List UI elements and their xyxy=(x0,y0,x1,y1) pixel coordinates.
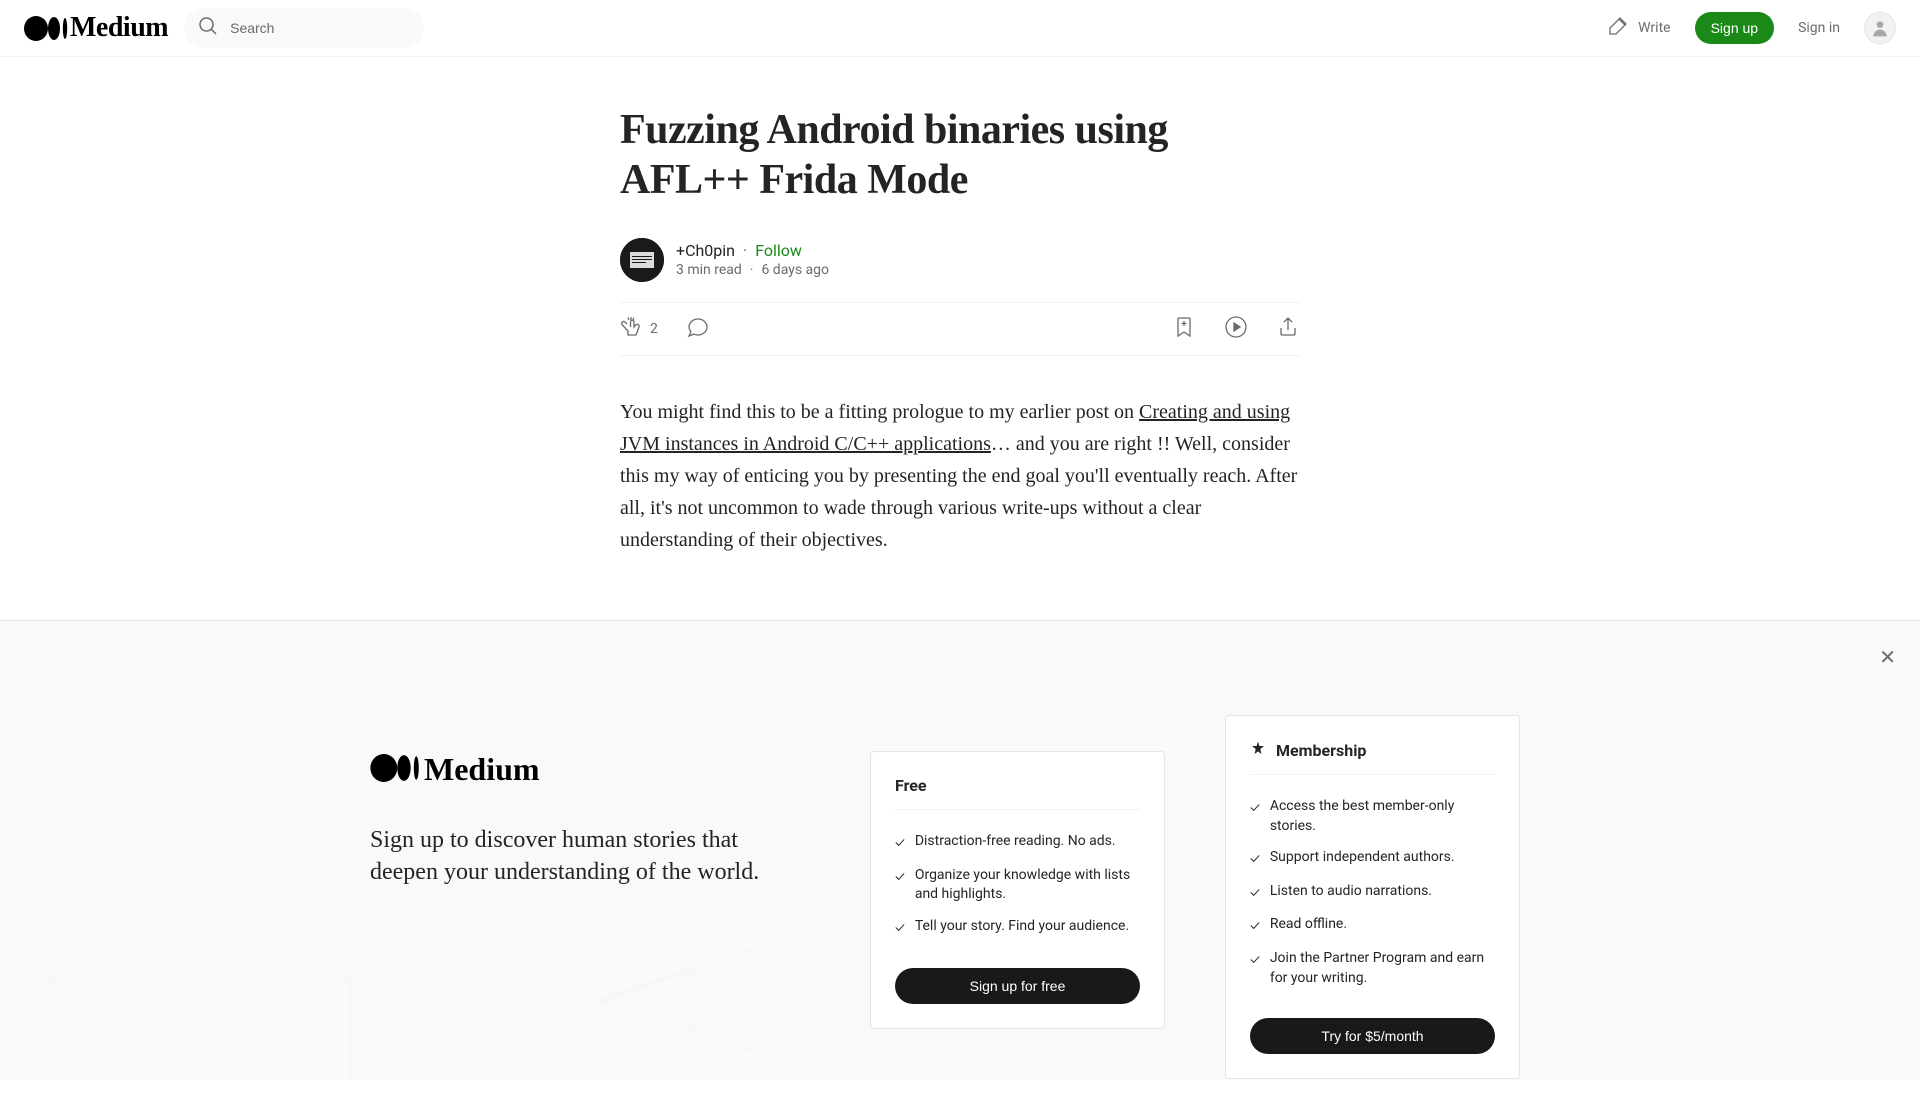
share-button[interactable] xyxy=(1276,315,1300,343)
search-icon xyxy=(196,14,220,42)
medium-logo-icon xyxy=(370,754,420,786)
search-box[interactable] xyxy=(184,8,424,48)
bookmark-icon xyxy=(1172,315,1196,343)
list-item: ✓ Distraction-free reading. No ads. xyxy=(895,826,1140,860)
free-plan-card: Free ✓ Distraction-free reading. No ads.… xyxy=(870,751,1165,1029)
signup-overlay: ✕ Medium xyxy=(0,620,1920,1080)
comment-button[interactable] xyxy=(686,315,710,343)
list-item: ✓ Tell your story. Find your audience. xyxy=(895,911,1140,945)
author-line: +Ch0pin · Follow xyxy=(676,241,829,260)
try-membership-button[interactable]: Try for $5/month xyxy=(1250,1018,1495,1054)
overlay-content: Medium Sign up to discover human stories… xyxy=(0,621,1920,1119)
body-text-prefix: You might find this to be a fitting prol… xyxy=(620,401,1139,423)
separator-dot: · xyxy=(743,241,747,260)
write-label: Write xyxy=(1638,20,1670,36)
action-bar-left: 2 xyxy=(620,315,710,343)
article: Fuzzing Android binaries using AFL++ Fri… xyxy=(620,57,1300,556)
feature-text: Tell your story. Find your audience. xyxy=(915,917,1129,937)
listen-button[interactable] xyxy=(1224,315,1248,343)
overlay-tagline: Sign up to discover human stories that d… xyxy=(370,824,810,889)
free-features-list: ✓ Distraction-free reading. No ads. ✓ Or… xyxy=(895,826,1140,944)
author-name[interactable]: +Ch0pin xyxy=(676,241,735,260)
user-avatar[interactable] xyxy=(1864,12,1896,44)
search-input[interactable] xyxy=(230,20,412,36)
author-avatar[interactable] xyxy=(620,238,664,282)
check-icon: ✓ xyxy=(1250,850,1260,870)
star-icon xyxy=(1250,740,1266,760)
action-bar: 2 xyxy=(620,302,1300,356)
membership-features-list: ✓ Access the best member-only stories. ✓… xyxy=(1250,791,1495,994)
comment-icon xyxy=(686,315,710,343)
check-icon: ✓ xyxy=(895,868,905,888)
check-icon: ✓ xyxy=(1250,917,1260,937)
medium-logo[interactable]: Medium xyxy=(24,12,168,44)
overlay-intro: Medium Sign up to discover human stories… xyxy=(370,751,810,889)
signup-button[interactable]: Sign up xyxy=(1695,12,1774,44)
medium-logo-icon xyxy=(24,16,68,41)
signup-free-button[interactable]: Sign up for free xyxy=(895,968,1140,1004)
overlay-logo: Medium xyxy=(370,751,810,788)
write-link[interactable]: Write xyxy=(1606,14,1670,42)
check-icon: ✓ xyxy=(1250,951,1260,971)
feature-text: Distraction-free reading. No ads. xyxy=(915,832,1116,852)
list-item: ✓ Join the Partner Program and earn for … xyxy=(1250,943,1495,994)
feature-text: Read offline. xyxy=(1270,915,1347,935)
free-card-header: Free xyxy=(895,776,1140,810)
author-info: +Ch0pin · Follow 3 min read · 6 days ago xyxy=(676,241,829,278)
header-right: Write Sign up Sign in xyxy=(1606,12,1896,44)
play-icon xyxy=(1224,315,1248,343)
medium-logo-text: Medium xyxy=(424,751,540,788)
bookmark-button[interactable] xyxy=(1172,315,1196,343)
list-item: ✓ Read offline. xyxy=(1250,909,1495,943)
clap-button[interactable]: 2 xyxy=(620,315,658,343)
header-left: Medium xyxy=(24,8,424,48)
publish-date: 6 days ago xyxy=(761,262,829,278)
feature-text: Join the Partner Program and earn for yo… xyxy=(1270,949,1495,988)
free-card-title: Free xyxy=(895,776,927,795)
article-title: Fuzzing Android binaries using AFL++ Fri… xyxy=(620,105,1300,206)
list-item: ✓ Listen to audio narrations. xyxy=(1250,876,1495,910)
action-bar-right xyxy=(1172,315,1300,343)
meta-line: 3 min read · 6 days ago xyxy=(676,262,829,278)
check-icon: ✓ xyxy=(1250,884,1260,904)
membership-card-header: Membership xyxy=(1250,740,1495,775)
write-icon xyxy=(1606,14,1630,42)
signin-link[interactable]: Sign in xyxy=(1798,20,1840,36)
list-item: ✓ Support independent authors. xyxy=(1250,842,1495,876)
article-body: You might find this to be a fitting prol… xyxy=(620,396,1300,556)
clap-icon xyxy=(620,315,644,343)
feature-text: Listen to audio narrations. xyxy=(1270,882,1432,902)
read-time: 3 min read xyxy=(676,262,742,278)
list-item: ✓ Access the best member-only stories. xyxy=(1250,791,1495,842)
author-row: +Ch0pin · Follow 3 min read · 6 days ago xyxy=(620,238,1300,282)
membership-plan-card: Membership ✓ Access the best member-only… xyxy=(1225,715,1520,1079)
medium-logo-text: Medium xyxy=(70,12,168,44)
check-icon: ✓ xyxy=(895,834,905,854)
clap-count: 2 xyxy=(650,321,658,337)
separator-dot: · xyxy=(750,262,754,278)
feature-text: Support independent authors. xyxy=(1270,848,1455,868)
membership-card-title: Membership xyxy=(1276,741,1366,760)
check-icon: ✓ xyxy=(895,919,905,939)
feature-text: Access the best member-only stories. xyxy=(1270,797,1495,836)
follow-link[interactable]: Follow xyxy=(755,241,802,260)
list-item: ✓ Organize your knowledge with lists and… xyxy=(895,860,1140,911)
share-icon xyxy=(1276,315,1300,343)
site-header: Medium Write Sign up Sign in xyxy=(0,0,1920,57)
feature-text: Organize your knowledge with lists and h… xyxy=(915,866,1140,905)
check-icon: ✓ xyxy=(1250,799,1260,819)
